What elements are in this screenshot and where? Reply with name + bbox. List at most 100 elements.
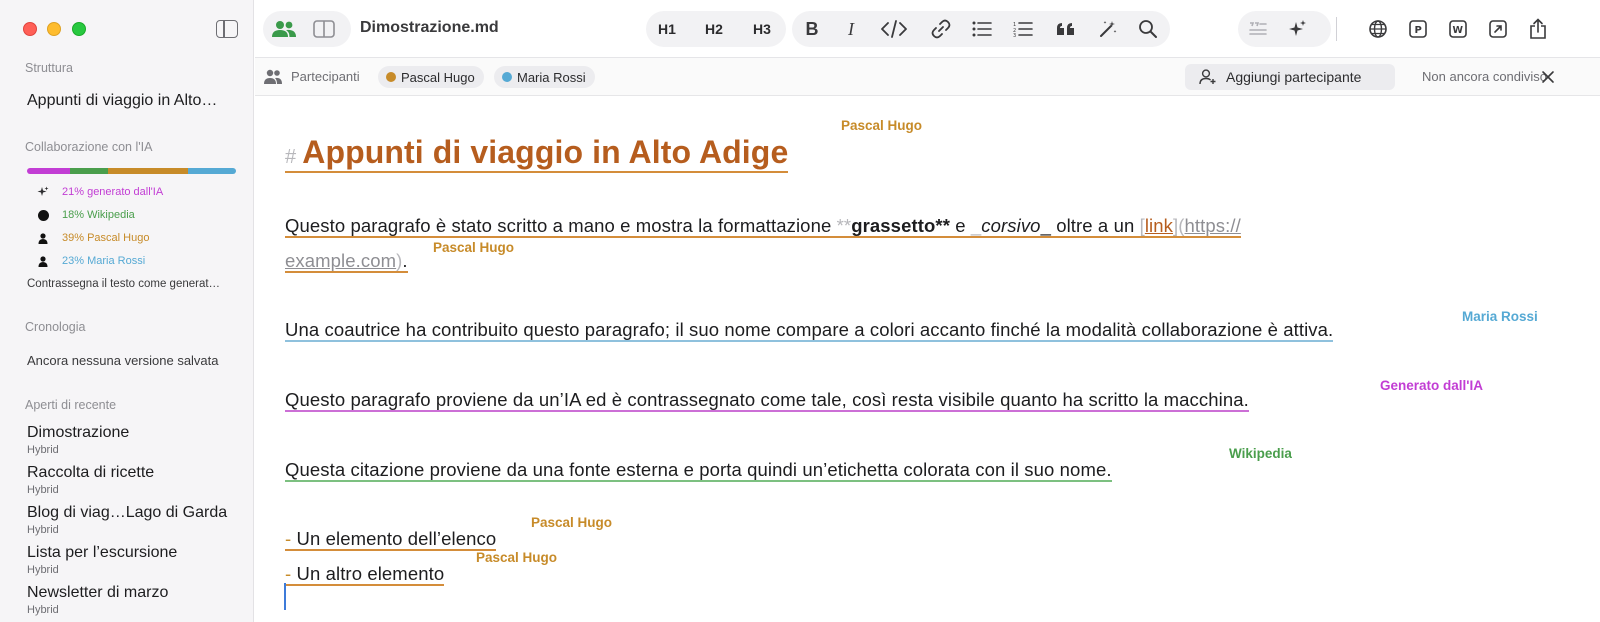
- italic-button[interactable]: I: [838, 17, 864, 41]
- author-tag: Pascal Hugo: [841, 118, 923, 133]
- add-person-icon: [1199, 69, 1217, 85]
- paragraph-ai[interactable]: Questo paragrafo proviene da un’IA ed è …: [285, 389, 1249, 412]
- paragraph-formatting-cont[interactable]: example.com).: [285, 250, 408, 273]
- author-tag: Pascal Hugo: [531, 515, 613, 530]
- author-tag: Wikipedia: [1229, 446, 1292, 461]
- author-tag: Maria Rossi: [1462, 309, 1538, 324]
- recent-item-kind: Hybrid: [27, 444, 59, 456]
- ai-bar-segment-pascal: [107, 168, 189, 174]
- heading2-button[interactable]: H2: [696, 13, 732, 45]
- paragraph-quote[interactable]: Questa citazione proviene da una fonte e…: [285, 459, 1112, 482]
- recent-item[interactable]: Dimostrazione Hybrid: [27, 424, 242, 456]
- heading-text: Appunti di viaggio in Alto Adige: [302, 134, 789, 170]
- outline-item[interactable]: Appunti di viaggio in Alto…: [27, 92, 237, 110]
- open-external-icon[interactable]: [1485, 17, 1511, 41]
- minimize-window-button[interactable]: [47, 22, 61, 36]
- wikipedia-stat-label: 18% Wikipedia: [62, 209, 135, 221]
- mark-ai-text-action[interactable]: Contrassegna il testo come generat…: [27, 278, 237, 290]
- recent-item[interactable]: Blog di viag…Lago di Garda Hybrid: [27, 504, 242, 536]
- sidebar-toggle-icon[interactable]: [216, 20, 238, 38]
- ai-bar-segment-maria: [188, 168, 236, 174]
- md-marker: **: [836, 215, 852, 236]
- bold-button[interactable]: B: [799, 17, 825, 41]
- blockquote-icon[interactable]: [1053, 17, 1079, 41]
- list-item[interactable]: - Un altro elemento: [285, 563, 445, 586]
- search-icon[interactable]: [1135, 17, 1161, 41]
- circle-icon: [36, 208, 50, 222]
- p4-text: Questa citazione proviene da una fonte e…: [285, 459, 1112, 482]
- zoom-window-button[interactable]: [72, 22, 86, 36]
- ai-stat-row[interactable]: 21% generato dall'IA: [36, 184, 163, 200]
- add-participant-button[interactable]: Aggiungi partecipante: [1185, 64, 1395, 90]
- pascal-stat-row[interactable]: 39% Pascal Hugo: [36, 230, 149, 246]
- code-icon[interactable]: [879, 17, 909, 41]
- list-item-text: Un altro elemento: [291, 563, 445, 584]
- md-marker: _: [1040, 215, 1051, 236]
- participants-icon: [263, 69, 283, 90]
- p3-text: Questo paragrafo proviene da un’IA ed è …: [285, 389, 1249, 412]
- globe-icon[interactable]: [1365, 17, 1391, 41]
- p1-text: e: [950, 215, 971, 236]
- ai-bar-segment-ai: [27, 168, 71, 174]
- recent-item-kind: Hybrid: [27, 564, 59, 576]
- heading3-button[interactable]: H3: [744, 13, 780, 45]
- sparkle-icon: [36, 185, 50, 199]
- recent-item-kind: Hybrid: [27, 524, 59, 536]
- url-text[interactable]: example.com: [285, 250, 396, 271]
- history-heading: Cronologia: [25, 320, 86, 334]
- link-icon[interactable]: [928, 17, 954, 41]
- participant-chip[interactable]: Pascal Hugo: [378, 66, 484, 88]
- recent-heading: Aperti di recente: [25, 398, 117, 412]
- export-pdf-icon[interactable]: P: [1405, 17, 1431, 41]
- recent-item-name: Raccolta di ricette: [27, 464, 155, 481]
- recent-item[interactable]: Newsletter di marzo Hybrid: [27, 584, 242, 616]
- export-word-icon[interactable]: W: [1445, 17, 1471, 41]
- italic-text: corsivo: [981, 215, 1041, 236]
- p1-text: oltre a un: [1050, 215, 1140, 236]
- close-icon[interactable]: [1541, 70, 1555, 89]
- recent-item-name: Blog di viag…Lago di Garda: [27, 504, 228, 521]
- magic-wand-icon[interactable]: [1095, 17, 1121, 41]
- recent-item-name: Newsletter di marzo: [27, 584, 169, 601]
- recent-item-kind: Hybrid: [27, 484, 59, 496]
- sidebar: Struttura Appunti di viaggio in Alto… Co…: [0, 0, 254, 622]
- recent-item-name: Dimostrazione: [27, 424, 130, 441]
- paragraph-coauthor[interactable]: Una coautrice ha contribuito questo para…: [285, 319, 1334, 342]
- share-status-text: Non ancora condiviso: [1422, 69, 1548, 84]
- text-caret: [284, 583, 286, 610]
- split-view-icon[interactable]: [311, 17, 337, 41]
- paragraph-formatting[interactable]: Questo paragrafo è stato scritto a mano …: [285, 215, 1241, 238]
- maria-stat-row[interactable]: 23% Maria Rossi: [36, 253, 145, 269]
- ai-quote-icon[interactable]: [1245, 17, 1271, 41]
- editor[interactable]: Pascal Hugo # Appunti di viaggio in Alto …: [255, 96, 1600, 622]
- participant-name: Maria Rossi: [517, 69, 586, 85]
- md-marker: **: [935, 215, 950, 236]
- bullet-list-icon[interactable]: [969, 17, 995, 41]
- recent-item[interactable]: Raccolta di ricette Hybrid: [27, 464, 242, 496]
- participant-color-dot: [502, 72, 512, 82]
- heading1-button[interactable]: H1: [649, 13, 685, 45]
- list-item[interactable]: - Un elemento dell’elenco: [285, 528, 497, 551]
- person-icon: [36, 231, 50, 245]
- numbered-list-icon[interactable]: 123: [1010, 17, 1036, 41]
- participant-chip[interactable]: Maria Rossi: [494, 66, 595, 88]
- ai-sparkle-icon[interactable]: [1285, 17, 1311, 41]
- md-marker: _: [970, 215, 982, 236]
- ai-bar-segment-wikipedia: [70, 168, 108, 174]
- structure-heading: Struttura: [25, 61, 73, 75]
- url-text[interactable]: https://: [1185, 215, 1241, 236]
- ai-contribution-bar: [27, 168, 236, 174]
- close-window-button[interactable]: [23, 22, 37, 36]
- share-icon[interactable]: [1525, 17, 1551, 41]
- collaborators-icon[interactable]: [269, 17, 299, 41]
- p2-text: Una coautrice ha contribuito questo para…: [285, 319, 1334, 342]
- add-participant-label: Aggiungi partecipante: [1226, 69, 1362, 85]
- recent-item[interactable]: Lista per l’escursione Hybrid: [27, 544, 242, 576]
- pascal-stat-label: 39% Pascal Hugo: [62, 232, 150, 244]
- link-text[interactable]: link: [1145, 215, 1173, 236]
- wikipedia-stat-row[interactable]: 18% Wikipedia: [36, 207, 135, 223]
- document-heading[interactable]: # Appunti di viaggio in Alto Adige: [285, 134, 789, 173]
- participant-name: Pascal Hugo: [401, 69, 475, 85]
- author-tag: Pascal Hugo: [433, 240, 515, 255]
- participant-color-dot: [386, 72, 396, 82]
